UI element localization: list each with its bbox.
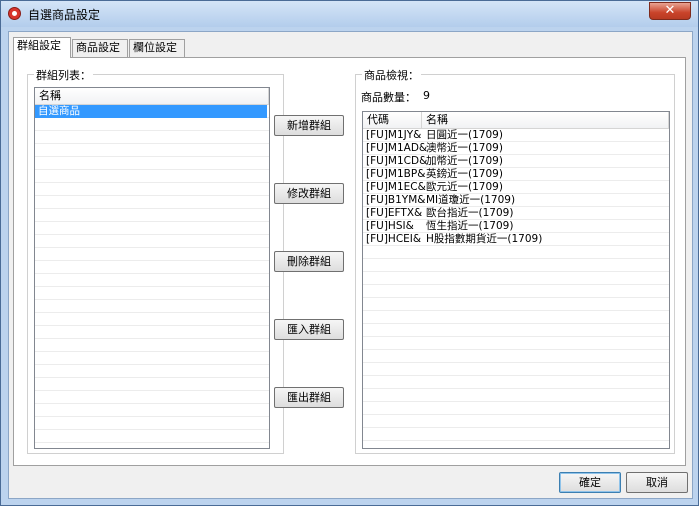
product-code: [FU]B1YM& — [366, 194, 426, 206]
column-header-code[interactable]: 代碼 — [363, 112, 422, 128]
product-name: MI道瓊近一(1709) — [426, 194, 516, 206]
group-list-groupbox: 群組列表： 名稱 自選商品 — [27, 67, 284, 454]
product-count-value: 9 — [423, 89, 430, 102]
product-code: [FU]M1BP& — [366, 168, 426, 180]
title-bar[interactable]: 自選商品設定 ✕ — [1, 1, 698, 27]
product-code: [FU]EFTX& — [366, 207, 423, 219]
product-name: 日圓近一(1709) — [426, 129, 503, 141]
product-list[interactable]: 代碼 名稱 [FU]M1JY& 日圓近一(1709) [FU]M1AD& 澳幣近一(… — [362, 111, 670, 449]
group-list-title: 群組列表： — [34, 67, 93, 83]
tab-panel-group-settings: 群組列表： 名稱 自選商品 新增群組 修改群組 刪除群組 匯入群組 匯出群組 商… — [13, 57, 686, 466]
product-list-rows: [FU]M1JY& 日圓近一(1709) [FU]M1AD& 澳幣近一(1709) … — [363, 129, 669, 448]
table-row[interactable]: [FU]B1YM& MI道瓊近一(1709) — [363, 194, 669, 207]
table-row[interactable]: [FU]HCEI& H股指數期貨近一(1709) — [363, 233, 669, 246]
table-row[interactable]: [FU]M1EC& 歐元近一(1709) — [363, 181, 669, 194]
close-icon: ✕ — [664, 3, 676, 18]
product-name: H股指數期貨近一(1709) — [426, 233, 543, 245]
product-count-label: 商品數量： — [361, 91, 416, 104]
cancel-button[interactable]: 取消 — [626, 472, 688, 493]
product-name: 澳幣近一(1709) — [426, 142, 503, 154]
table-row[interactable]: [FU]HSI& 恆生指近一(1709) — [363, 220, 669, 233]
group-item-label: 自選商品 — [38, 105, 80, 117]
tab-product-settings[interactable]: 商品設定 — [72, 39, 128, 57]
tab-column-settings[interactable]: 欄位設定 — [129, 39, 185, 57]
product-preview-title: 商品檢視： — [362, 67, 421, 83]
product-name: 恆生指近一(1709) — [426, 220, 514, 232]
group-list-rows: 自選商品 — [35, 105, 269, 448]
tab-group-settings[interactable]: 群組設定 — [13, 37, 71, 58]
close-button[interactable]: ✕ — [649, 2, 691, 20]
add-group-button[interactable]: 新增群組 — [274, 115, 344, 136]
product-code: [FU]M1CD& — [366, 155, 428, 167]
table-row[interactable]: [FU]M1JY& 日圓近一(1709) — [363, 129, 669, 142]
delete-group-button[interactable]: 刪除群組 — [274, 251, 344, 272]
group-list[interactable]: 名稱 自選商品 — [34, 87, 270, 449]
settings-window: 自選商品設定 ✕ 群組設定 商品設定 欄位設定 群組列表： 名稱 自選商品 新增… — [0, 0, 699, 506]
table-row[interactable]: [FU]EFTX& 歐台指近一(1709) — [363, 207, 669, 220]
export-group-button[interactable]: 匯出群組 — [274, 387, 344, 408]
app-icon — [8, 7, 21, 20]
table-row[interactable]: [FU]M1AD& 澳幣近一(1709) — [363, 142, 669, 155]
group-list-item[interactable]: 自選商品 — [35, 105, 267, 118]
product-code: [FU]M1EC& — [366, 181, 426, 193]
column-header-name[interactable]: 名稱 — [422, 112, 669, 128]
product-list-header: 代碼 名稱 — [363, 112, 669, 129]
group-list-header: 名稱 — [35, 88, 269, 105]
product-code: [FU]M1JY& — [366, 129, 422, 141]
product-name: 英鎊近一(1709) — [426, 168, 503, 180]
dialog-client-area: 群組設定 商品設定 欄位設定 群組列表： 名稱 自選商品 新增群組 修改群組 刪… — [8, 31, 693, 499]
ok-button[interactable]: 確定 — [559, 472, 621, 493]
window-title: 自選商品設定 — [28, 8, 101, 22]
table-row[interactable]: [FU]M1CD& 加幣近一(1709) — [363, 155, 669, 168]
product-name: 歐元近一(1709) — [426, 181, 503, 193]
product-code: [FU]HSI& — [366, 220, 414, 232]
column-header-name[interactable]: 名稱 — [35, 88, 269, 104]
product-name: 加幣近一(1709) — [426, 155, 503, 167]
product-code: [FU]M1AD& — [366, 142, 428, 154]
product-name: 歐台指近一(1709) — [426, 207, 514, 219]
import-group-button[interactable]: 匯入群組 — [274, 319, 344, 340]
table-row[interactable]: [FU]M1BP& 英鎊近一(1709) — [363, 168, 669, 181]
product-preview-groupbox: 商品檢視： 商品數量： 9 代碼 名稱 [FU]M1JY& 日圓近一(1709) … — [355, 67, 675, 454]
product-code: [FU]HCEI& — [366, 233, 422, 245]
edit-group-button[interactable]: 修改群組 — [274, 183, 344, 204]
